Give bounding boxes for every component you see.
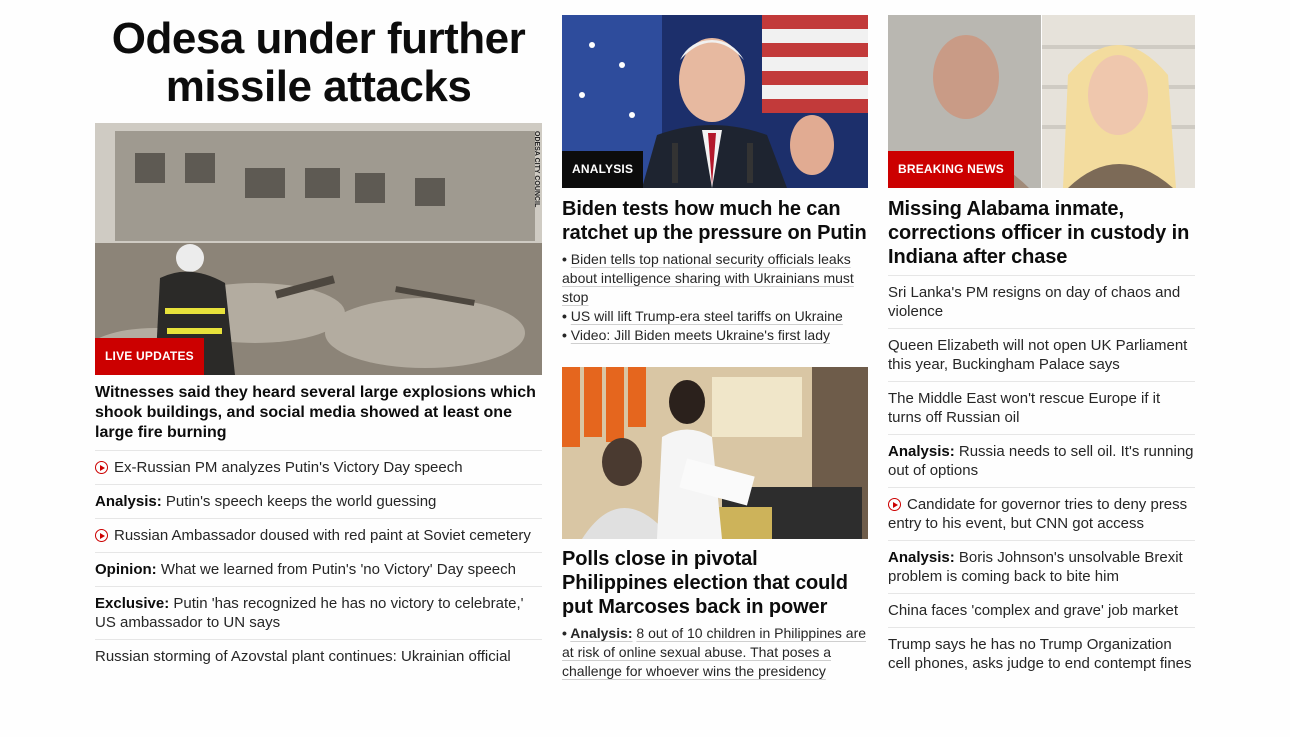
bullet-link[interactable]: • Video: Jill Biden meets Ukraine's firs… [562, 326, 868, 345]
list-item[interactable]: Trump says he has no Trump Organization … [888, 628, 1195, 680]
bullet-link[interactable]: • Analysis: 8 out of 10 children in Phil… [562, 624, 868, 681]
philippines-election-image [562, 367, 868, 539]
philippines-headline: Polls close in pivotal Philippines elect… [562, 548, 848, 618]
top-story-lead-link[interactable]: Witnesses said they heard several large … [95, 383, 542, 443]
list-item[interactable]: Exclusive: Putin 'has recognized he has … [95, 587, 542, 640]
list-item[interactable]: Analysis: Boris Johnson's unsolvable Bre… [888, 541, 1195, 594]
play-icon [888, 498, 901, 511]
top-story-column: Odesa under further missile attacks ODES… [95, 0, 542, 673]
list-item[interactable]: Ex-Russian PM analyzes Putin's Victory D… [95, 451, 542, 485]
play-icon [95, 461, 108, 474]
biden-photo[interactable]: ANALYSIS [562, 15, 868, 188]
breaking-news-badge: BREAKING NEWS [888, 151, 1014, 188]
middle-column: ANALYSIS Biden tests how much he can rat… [562, 0, 868, 681]
list-item[interactable]: Analysis: Russia needs to sell oil. It's… [888, 435, 1195, 488]
play-icon [95, 529, 108, 542]
philippines-photo[interactable] [562, 367, 868, 539]
list-item[interactable]: Russian Ambassador doused with red paint… [95, 519, 542, 553]
inmate-headline: Missing Alabama inmate, corrections offi… [888, 198, 1190, 268]
live-updates-badge: LIVE UPDATES [95, 338, 204, 375]
more-stories-list: Sri Lanka's PM resigns on day of chaos a… [888, 275, 1195, 680]
photo-credit: ODESA CITY COUNCIL [533, 131, 540, 208]
odesa-photo[interactable]: ODESA CITY COUNCIL LIVE UPDATES [95, 123, 542, 375]
list-item[interactable]: Candidate for governor tries to deny pre… [888, 488, 1195, 541]
bullet-link[interactable]: • US will lift Trump-era steel tariffs o… [562, 307, 868, 326]
inmate-headline-link[interactable]: Missing Alabama inmate, corrections offi… [888, 197, 1195, 269]
list-item[interactable]: Queen Elizabeth will not open UK Parliam… [888, 329, 1195, 382]
philippines-bullets: • Analysis: 8 out of 10 children in Phil… [562, 624, 868, 681]
list-item[interactable]: Russian storming of Azovstal plant conti… [95, 640, 542, 673]
philippines-headline-link[interactable]: Polls close in pivotal Philippines elect… [562, 547, 868, 619]
list-item[interactable]: Opinion: What we learned from Putin's 'n… [95, 553, 542, 587]
top-story-title-link[interactable]: Odesa under further missile attacks [95, 15, 542, 111]
biden-headline: Biden tests how much he can ratchet up t… [562, 198, 867, 244]
analysis-badge: ANALYSIS [562, 151, 644, 188]
bullet-link[interactable]: • Biden tells top national security offi… [562, 250, 868, 307]
list-item[interactable]: The Middle East won't rescue Europe if i… [888, 382, 1195, 435]
list-item[interactable]: Analysis: Putin's speech keeps the world… [95, 485, 542, 519]
biden-headline-link[interactable]: Biden tests how much he can ratchet up t… [562, 197, 868, 245]
biden-bullets: • Biden tells top national security offi… [562, 250, 868, 345]
related-stories-list: Ex-Russian PM analyzes Putin's Victory D… [95, 450, 542, 673]
list-item[interactable]: Sri Lanka's PM resigns on day of chaos a… [888, 276, 1195, 329]
top-story-lead: Witnesses said they heard several large … [95, 384, 536, 441]
right-column: BREAKING NEWS Missing Alabama inmate, co… [888, 0, 1195, 680]
top-story-title: Odesa under further missile attacks [111, 14, 526, 111]
inmate-photo[interactable]: BREAKING NEWS [888, 15, 1195, 188]
list-item[interactable]: China faces 'complex and grave' job mark… [888, 594, 1195, 628]
